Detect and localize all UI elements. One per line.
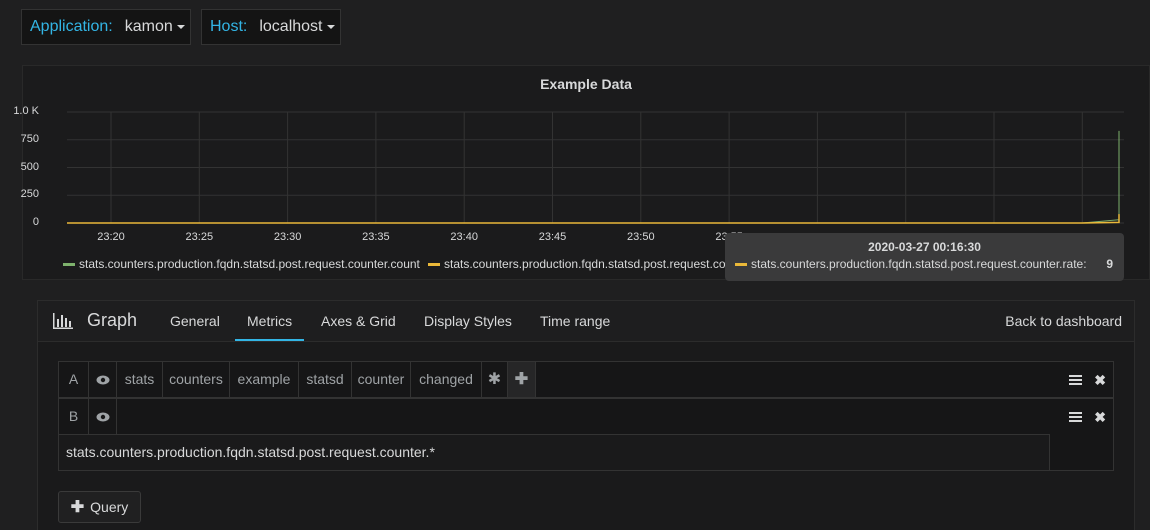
back-to-dashboard-link[interactable]: Back to dashboard [993,301,1134,341]
query-row-b: B ✖ stats.counters.production.fqdn.stats… [58,398,1114,471]
x-tick-label: 23:20 [97,231,125,243]
legend-swatch [63,263,75,267]
metric-segment[interactable]: changed [411,362,482,397]
menu-icon[interactable] [1069,410,1083,426]
remove-query-icon[interactable]: ✖ [1094,409,1106,426]
tab-general[interactable]: General [158,301,232,341]
tooltip-series: stats.counters.production.fqdn.statsd.po… [735,257,1087,271]
editor-header: Graph General Metrics Axes & Grid Displa… [38,301,1134,342]
tab-metrics[interactable]: Metrics [235,301,305,341]
tooltip-swatch [735,263,747,267]
metric-segment[interactable]: stats [117,362,163,397]
tooltip-series-name: stats.counters.production.fqdn.statsd.po… [751,257,1087,271]
legend-item-rate[interactable]: stats.counters.production.fqdn.statsd.po… [428,257,728,271]
panel-editor: Graph General Metrics Axes & Grid Displa… [37,300,1135,530]
metric-segment[interactable]: example [230,362,299,397]
x-tick-label: 23:35 [362,231,390,243]
editor-title: Graph [87,310,138,330]
query-letter[interactable]: B [59,399,89,434]
raw-query-input[interactable]: stats.counters.production.fqdn.statsd.po… [59,434,1050,470]
query-letter[interactable]: A [59,362,89,397]
eye-icon[interactable] [89,362,117,397]
metric-segment[interactable]: counters [163,362,230,397]
metric-segment[interactable]: counter [352,362,411,397]
bar-chart-icon [52,312,74,333]
x-tick-label: 23:45 [538,231,567,243]
tab-time-range[interactable]: Time range [528,301,622,341]
x-tick-label: 23:30 [273,231,302,243]
metric-segment[interactable]: statsd [299,362,352,397]
plus-icon: ✚ [70,499,85,516]
series-line-rate [67,214,1120,224]
y-tick-label: 500 [20,160,39,173]
legend-swatch [428,263,440,267]
tooltip-time: 2020-03-27 00:16:30 [868,240,981,254]
menu-icon[interactable] [1069,373,1083,389]
query-row-a: A stats counters example statsd counter … [58,361,1114,398]
x-tick-label: 23:25 [185,231,214,243]
tooltip-value: 9 [1106,257,1113,271]
series-line-count [67,130,1120,224]
y-tick-label: 250 [20,188,39,201]
remove-query-icon[interactable]: ✖ [1094,372,1106,389]
legend-item-count[interactable]: stats.counters.production.fqdn.statsd.po… [63,257,420,271]
raw-query-text: stats.counters.production.fqdn.statsd.po… [66,444,435,460]
legend-label: stats.counters.production.fqdn.statsd.po… [79,257,420,271]
tab-display-styles[interactable]: Display Styles [412,301,524,341]
x-tick-label: 23:50 [627,231,655,243]
x-tick-label: 23:40 [450,231,478,243]
add-query-label: Query [90,499,129,515]
asterisk-icon[interactable]: ✱ [482,362,508,397]
add-query-button[interactable]: ✚ Query [58,491,141,523]
graph-tooltip: 2020-03-27 00:16:30 stats.counters.produ… [725,233,1124,281]
y-tick-label: 750 [20,132,39,145]
add-segment-icon[interactable]: ✚ [508,362,536,397]
eye-icon[interactable] [89,399,117,434]
y-tick-label: 1.0 K [13,105,39,117]
y-tick-label: 0 [32,216,39,228]
legend-label: stats.counters.production.fqdn.statsd.po… [444,257,728,271]
tab-axes-grid[interactable]: Axes & Grid [309,301,408,341]
